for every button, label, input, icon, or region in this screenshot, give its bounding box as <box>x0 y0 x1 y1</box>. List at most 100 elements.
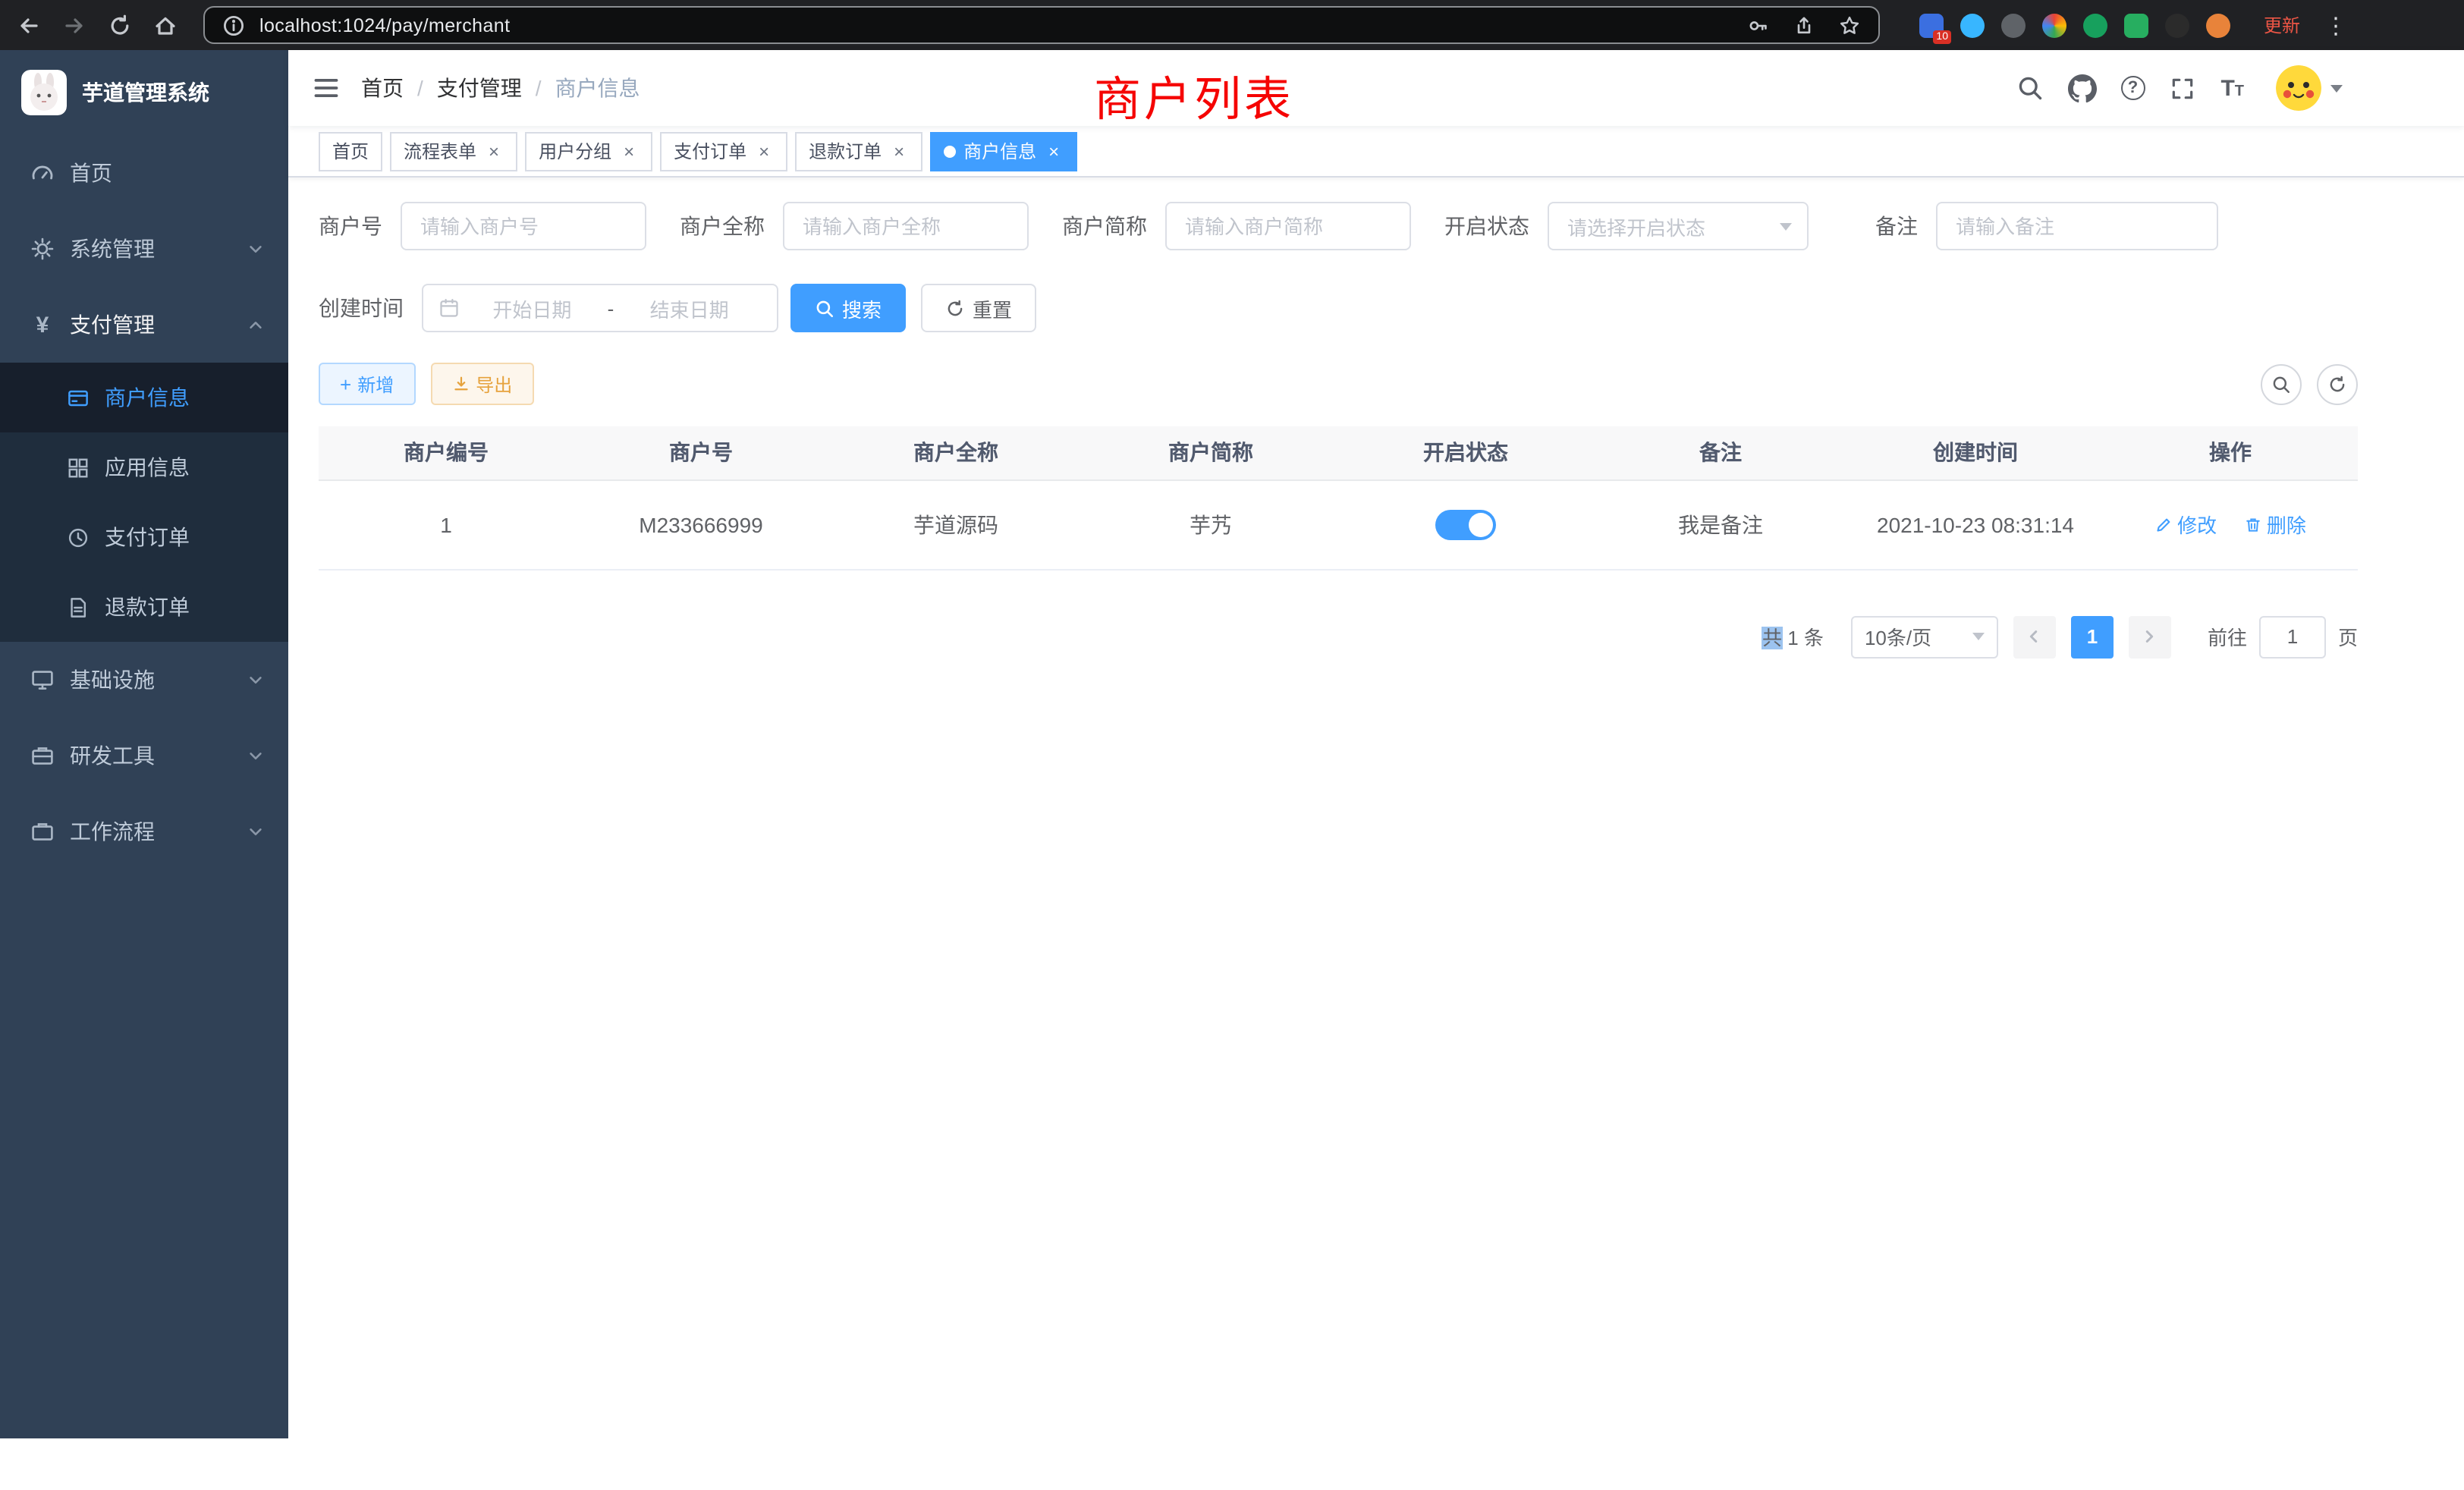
prev-page-button[interactable] <box>2013 615 2056 658</box>
sidebar-item-system[interactable]: 系统管理 <box>0 211 288 287</box>
help-icon[interactable]: ? <box>2120 76 2145 100</box>
delete-button[interactable]: 删除 <box>2244 510 2306 539</box>
breadcrumb-pay[interactable]: 支付管理 <box>437 73 522 103</box>
address-bar[interactable]: localhost:1024/pay/merchant <box>203 6 1880 44</box>
hamburger-icon[interactable] <box>288 74 361 102</box>
chevron-down-icon <box>1972 633 1985 640</box>
navbar-right: ? TT <box>2014 65 2464 111</box>
close-icon[interactable]: × <box>619 141 639 161</box>
extension-icon-6[interactable] <box>2124 13 2148 37</box>
export-button[interactable]: 导出 <box>430 363 533 405</box>
edit-button[interactable]: 修改 <box>2154 510 2217 539</box>
sidebar-item-app-info[interactable]: 应用信息 <box>0 432 288 502</box>
tags-view-bar: 首页 流程表单 × 用户分组 × 支付订单 × 退款订单 × <box>288 126 2464 178</box>
next-page-button[interactable] <box>2129 615 2171 658</box>
goto-page-input[interactable] <box>2259 615 2326 658</box>
search-icon[interactable] <box>2014 73 2044 103</box>
col-short-name: 商户简称 <box>1083 426 1338 479</box>
extension-icon-7[interactable] <box>2165 13 2189 37</box>
extension-icon-5[interactable] <box>2083 13 2107 37</box>
extension-icon-1[interactable]: 10 <box>1919 13 1944 37</box>
tab-process-form[interactable]: 流程表单 × <box>390 131 517 171</box>
add-button[interactable]: + 新增 <box>319 363 415 405</box>
sidebar-item-pay[interactable]: ¥ 支付管理 <box>0 287 288 363</box>
chevron-down-icon <box>2330 84 2343 92</box>
page-size-value: 10条/页 <box>1865 622 1931 651</box>
col-created-at: 创建时间 <box>1848 426 2103 479</box>
range-start-placeholder[interactable]: 开始日期 <box>460 294 605 322</box>
extension-icon-2[interactable] <box>1960 13 1985 37</box>
chevron-down-icon <box>247 823 264 840</box>
sidebar-item-merchant-info[interactable]: 商户信息 <box>0 363 288 432</box>
font-size-icon[interactable]: TT <box>2220 77 2244 99</box>
avatar[interactable] <box>2276 65 2321 111</box>
back-icon[interactable] <box>15 11 42 39</box>
tab-pay-order[interactable]: 支付订单 × <box>660 131 787 171</box>
close-icon[interactable]: × <box>889 141 909 161</box>
password-key-icon[interactable] <box>1745 11 1772 39</box>
forward-icon[interactable] <box>61 11 88 39</box>
extension-icon-4[interactable] <box>2042 13 2066 37</box>
status-select[interactable]: 请选择开启状态 <box>1548 202 1809 250</box>
close-icon[interactable]: × <box>484 141 504 161</box>
close-icon[interactable]: × <box>754 141 774 161</box>
extension-icon-3[interactable] <box>2001 13 2026 37</box>
breadcrumb-home[interactable]: 首页 <box>361 73 404 103</box>
create-time-range-picker[interactable]: 开始日期 - 结束日期 <box>422 284 778 332</box>
goto-label: 前往 <box>2208 622 2247 651</box>
page-number-1[interactable]: 1 <box>2071 615 2114 658</box>
url-text: localhost:1024/pay/merchant <box>259 14 510 36</box>
sidebar-item-infrastructure[interactable]: 基础设施 <box>0 642 288 718</box>
sidebar-item-devtools[interactable]: 研发工具 <box>0 718 288 794</box>
page-size-select[interactable]: 10条/页 <box>1851 615 1998 658</box>
reset-button[interactable]: 重置 <box>921 284 1036 332</box>
home-icon[interactable] <box>152 11 179 39</box>
plus-icon: + <box>340 374 351 394</box>
github-icon[interactable] <box>2067 73 2098 103</box>
document-icon <box>67 596 90 618</box>
full-name-input[interactable] <box>783 202 1029 250</box>
menu-label: 基础设施 <box>70 665 155 695</box>
tab-user-group[interactable]: 用户分组 × <box>525 131 652 171</box>
status-toggle[interactable] <box>1435 509 1496 539</box>
tab-merchant-info[interactable]: 商户信息 × <box>930 131 1077 171</box>
merchant-no-input[interactable] <box>401 202 646 250</box>
menu-label: 支付管理 <box>70 310 155 340</box>
tab-label: 首页 <box>332 138 369 164</box>
fullscreen-icon[interactable] <box>2167 73 2198 103</box>
pay-submenu: 商户信息 应用信息 支付订单 <box>0 363 288 642</box>
user-menu[interactable] <box>2276 65 2343 111</box>
refresh-table-button[interactable] <box>2317 363 2358 404</box>
sidebar-item-home[interactable]: 首页 <box>0 135 288 211</box>
toggle-search-button[interactable] <box>2261 363 2302 404</box>
range-end-placeholder[interactable]: 结束日期 <box>617 294 762 322</box>
browser-menu-icon[interactable]: ⋮ <box>2324 11 2347 39</box>
bookmark-star-icon[interactable] <box>1836 11 1863 39</box>
sidebar-item-refund-order[interactable]: 退款订单 <box>0 572 288 642</box>
search-form-row-2: 创建时间 开始日期 - 结束日期 搜索 <box>319 284 2358 332</box>
tab-refund-order[interactable]: 退款订单 × <box>795 131 922 171</box>
search-button[interactable]: 搜索 <box>790 284 906 332</box>
menu-label: 研发工具 <box>70 740 155 771</box>
share-icon[interactable] <box>1790 11 1818 39</box>
col-actions: 操作 <box>2103 426 2358 479</box>
site-info-icon[interactable] <box>220 11 247 39</box>
tab-label: 流程表单 <box>404 138 476 164</box>
short-name-input[interactable] <box>1165 202 1411 250</box>
pagination-total: 共 1 条 <box>1762 622 1824 651</box>
menu-label: 退款订单 <box>105 592 190 622</box>
reload-icon[interactable] <box>106 11 134 39</box>
sidebar-item-pay-order[interactable]: 支付订单 <box>0 502 288 572</box>
sidebar-item-workflow[interactable]: 工作流程 <box>0 794 288 869</box>
close-icon[interactable]: × <box>1044 141 1064 161</box>
cell-short-name: 芋艿 <box>1083 479 1338 569</box>
tab-home[interactable]: 首页 <box>319 131 382 171</box>
selected-text: 共 <box>1762 627 1782 649</box>
browser-update-button[interactable]: 更新 <box>2264 12 2300 38</box>
extension-icon-8[interactable] <box>2206 13 2230 37</box>
field-merchant-no: 商户号 <box>319 202 646 250</box>
remark-input[interactable] <box>1936 202 2218 250</box>
grid-icon <box>67 456 90 479</box>
chevron-up-icon <box>247 316 264 333</box>
app-logo[interactable]: 芋道管理系统 <box>0 50 288 135</box>
